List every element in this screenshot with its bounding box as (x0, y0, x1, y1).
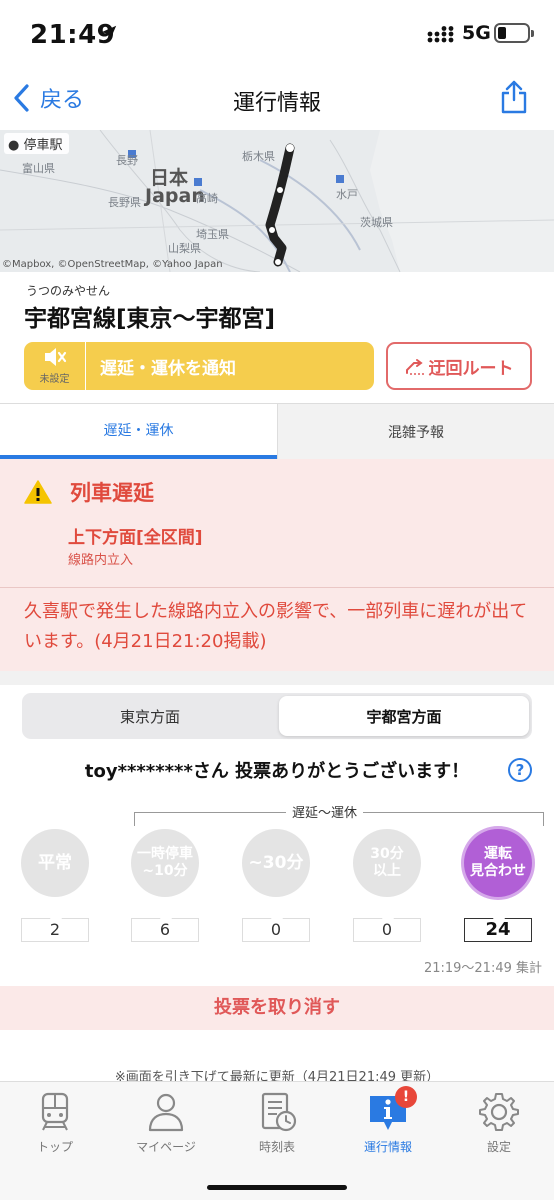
signal-icon (427, 26, 454, 43)
map-label-toyama: 富山県 (22, 162, 55, 175)
vote-option-label: 30分 (370, 846, 404, 862)
vote-option-sublabel: 見合わせ (470, 863, 526, 879)
alert-header: 列車遅延 (24, 477, 154, 507)
vote-count: 0 (353, 906, 421, 942)
map-label-ibaraki: 茨城県 (360, 216, 393, 229)
alert-message: 久喜駅で発生した線路内立入の影響で、一部列車に遅れが出ています。(4月21日21… (24, 601, 528, 652)
detour-label: 迂回ルート (428, 358, 514, 379)
map-label-takasaki: 高崎 (196, 192, 218, 205)
vote-over-30[interactable]: 30分 以上 (353, 829, 421, 897)
direction-tokyo[interactable]: 東京方面 (25, 696, 275, 736)
vote-short-stop[interactable]: 一時停車 ~10分 (131, 829, 199, 897)
gear-icon (479, 1093, 519, 1131)
vote-under-30[interactable]: ~30分 (242, 829, 310, 897)
delay-range-label: 遅延〜運休 (286, 802, 364, 821)
cancel-vote-button[interactable]: 投票を取り消す (0, 986, 554, 1030)
detour-route-button[interactable]: 迂回ルート (386, 342, 532, 390)
tabbar-label: 時刻表 (258, 1140, 295, 1154)
route-map[interactable]: 日本 Japan 栃木県 茨城県 長野 富山県 長野県 埼玉県 山梨県 水戸 高… (0, 130, 554, 272)
station-stops-label: 停車駅 (23, 138, 63, 153)
vote-normal[interactable]: 平常 (21, 829, 89, 897)
timetable-icon (261, 1092, 297, 1132)
speaker-muted-icon (45, 348, 67, 366)
section-gap (0, 671, 554, 685)
warning-icon (24, 480, 52, 504)
location-arrow-icon (101, 25, 117, 41)
vote-count: 6 (131, 906, 199, 942)
station-stops-badge[interactable]: ● 停車駅 (4, 133, 69, 154)
vote-tally-period: 21:19〜21:49 集計 (423, 961, 542, 976)
page-title: 運行情報 (232, 91, 321, 116)
vote-option-label: 運転 (484, 846, 512, 862)
vote-thanks: toy********さん 投票ありがとうございます！ (84, 761, 470, 782)
notify-button[interactable]: 未設定 遅延・運休を通知 (24, 342, 374, 390)
vote-option-label: ~30分 (248, 853, 304, 873)
tabbar-label: 設定 (486, 1140, 511, 1154)
notify-label: 遅延・運休を通知 (100, 358, 236, 379)
vote-suspended[interactable]: 運転 見合わせ (464, 829, 532, 897)
tab-delay[interactable]: 遅延・運休 (0, 404, 277, 460)
tab-congestion[interactable]: 混雑予報 (277, 404, 554, 460)
direction-utsunomiya[interactable]: 宇都宮方面 (279, 696, 529, 736)
vote-count: 24 (464, 906, 532, 942)
map-label-nagano: 長野 (116, 154, 138, 167)
network-type: 5G (462, 22, 491, 44)
vote-option-sublabel: 以上 (373, 863, 401, 879)
notification-badge: ! (395, 1086, 417, 1108)
share-icon[interactable] (500, 80, 528, 114)
line-name-ruby: うつのみやせん (26, 284, 111, 298)
home-indicator (207, 1185, 347, 1190)
direction-switch: 東京方面 宇都宮方面 (22, 693, 532, 739)
help-icon[interactable]: ? (508, 758, 532, 782)
map-pin-icon: ● (8, 138, 20, 153)
map-label-mito: 水戸 (336, 188, 358, 201)
tabbar-label: トップ (36, 1140, 73, 1154)
vote-option-sublabel: ~10分 (142, 863, 188, 879)
line-name: 宇都宮線[東京〜宇都宮] (24, 306, 276, 332)
vote-option-label: 平常 (38, 853, 72, 873)
vote-count: 2 (21, 906, 89, 942)
tabbar-item-settings[interactable]: 設定 (444, 1090, 554, 1160)
tabbar-item-top[interactable]: トップ (0, 1090, 110, 1160)
map-label-yamanashi: 山梨県 (168, 242, 201, 255)
info-tabs: 遅延・運休 混雑予報 (0, 403, 554, 460)
alert-divider (0, 587, 554, 588)
tabbar-item-timetable[interactable]: 時刻表 (222, 1090, 332, 1160)
mute-status-label: 未設定 (39, 374, 70, 385)
person-icon (148, 1093, 184, 1132)
map-background (0, 130, 554, 272)
nav-bar: 戻る 運行情報 (0, 68, 554, 130)
tab-bar: トップ マイページ 時刻表 運行情報 ! 設定 (0, 1081, 554, 1200)
delay-alert: 列車遅延 上下方面[全区間] 線路内立入 久喜駅で発生した線路内立入の影響で、一… (0, 459, 554, 671)
tabbar-label: マイページ (136, 1140, 196, 1154)
detour-icon (405, 359, 425, 375)
vote-count: 0 (242, 906, 310, 942)
alert-title: 列車遅延 (70, 481, 154, 505)
map-credit: ©Mapbox, ©OpenStreetMap, ©Yahoo Japan (2, 259, 223, 270)
tabbar-item-mypage[interactable]: マイページ (111, 1090, 221, 1160)
train-icon (41, 1092, 69, 1131)
battery-icon (494, 23, 534, 43)
map-label-tochigi: 栃木県 (242, 150, 275, 163)
mute-toggle[interactable]: 未設定 (24, 342, 86, 390)
map-label-nagano-pref: 長野県 (108, 196, 141, 209)
tabbar-label: 運行情報 (363, 1140, 412, 1154)
status-bar: 21:49 5G (0, 0, 554, 68)
alert-cause: 線路内立入 (68, 553, 134, 568)
alert-section: 上下方面[全区間] (68, 528, 203, 548)
vote-option-label: 一時停車 (137, 846, 193, 862)
tabbar-item-service-info[interactable]: 運行情報 ! (333, 1086, 443, 1160)
